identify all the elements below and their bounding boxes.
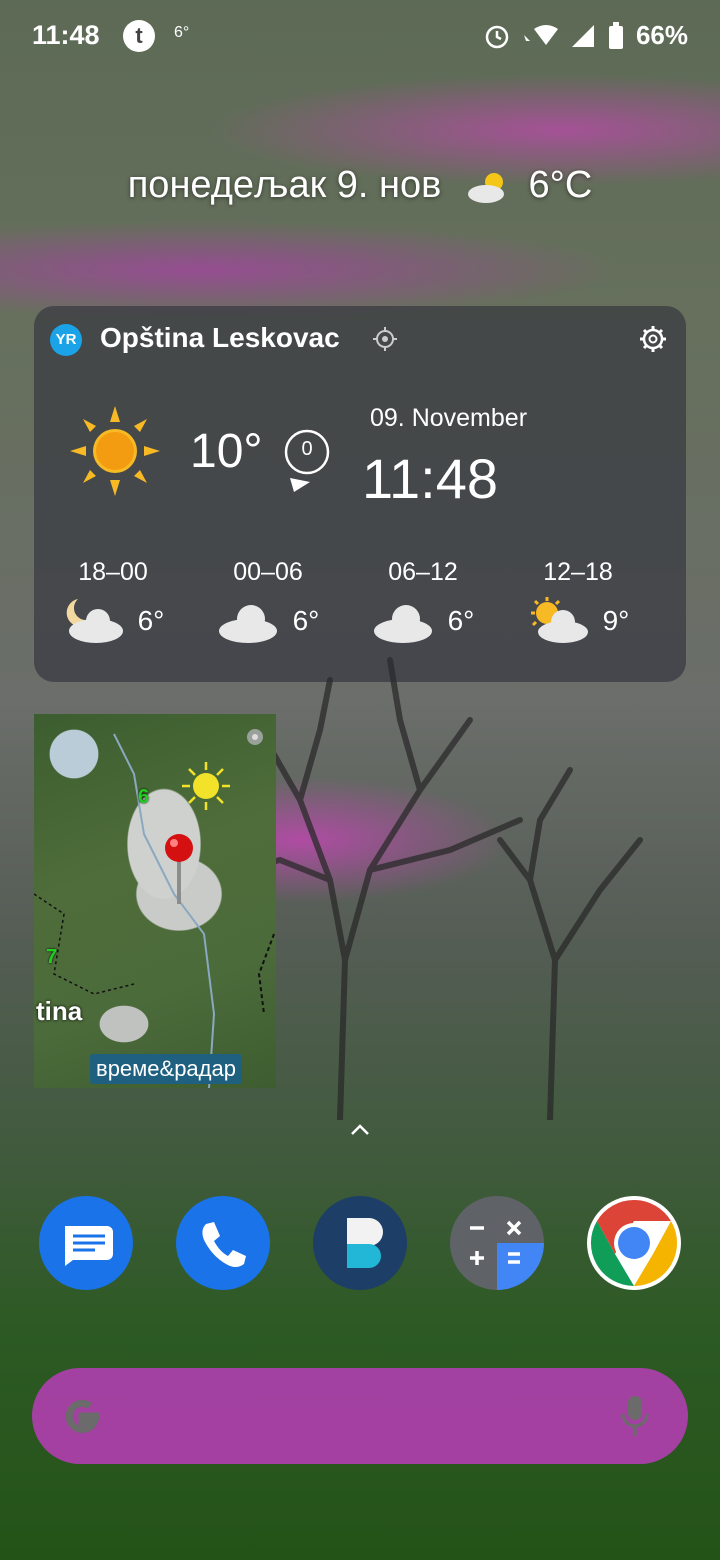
radar-brand-label: време&радар <box>90 1054 242 1084</box>
forecast-period: 12–18 <box>543 558 613 586</box>
moon-cloud-icon <box>66 599 123 643</box>
battery-percent: 66% <box>635 20 688 50</box>
app-dock <box>0 1196 720 1292</box>
cloud-icon <box>218 605 277 643</box>
location-target-icon[interactable] <box>372 326 398 352</box>
radar-map-widget[interactable]: 6 7 tina време&радар <box>34 714 276 1088</box>
phone-icon <box>202 1222 246 1267</box>
calculator-app-icon[interactable] <box>450 1196 544 1290</box>
weather-widget[interactable]: YR Opština Leskovac 10° 0 09. November 1… <box>34 306 686 682</box>
google-g-icon[interactable] <box>56 1390 108 1442</box>
settings-gear-icon[interactable] <box>638 324 668 354</box>
background-tree <box>237 657 643 1120</box>
app-icon[interactable] <box>313 1196 407 1290</box>
forecast-period: 06–12 <box>388 558 458 586</box>
forecast-period: 00–06 <box>233 558 303 586</box>
mic-icon[interactable] <box>620 1394 650 1438</box>
chrome-icon <box>590 1200 678 1286</box>
location-pin-icon <box>165 834 193 904</box>
forecast-temp: 6° <box>447 605 475 636</box>
date-temp: 6°C <box>528 164 593 206</box>
wind-direction-icon <box>284 429 330 492</box>
app-logo-icon <box>347 1218 383 1268</box>
chevron-up-icon[interactable] <box>348 1122 372 1138</box>
status-time: 11:48 <box>32 20 100 50</box>
radar-label: 7 <box>46 946 58 968</box>
forecast-temp: 6° <box>137 605 165 636</box>
forecast-item: 12–18 9° <box>503 558 653 645</box>
notification-temp: 6° <box>174 24 190 41</box>
wind-speed: 0 <box>301 438 313 460</box>
messages-app-icon[interactable] <box>39 1196 133 1290</box>
widget-date: 09. November <box>370 404 528 432</box>
widget-time: 11:48 <box>362 447 498 510</box>
chrome-app-icon[interactable] <box>587 1196 681 1290</box>
radar-label: 6 <box>138 786 150 808</box>
sun-cloud-icon <box>530 597 588 643</box>
phone-app-icon[interactable] <box>176 1196 270 1290</box>
forecast-item: 06–12 6° <box>348 558 498 645</box>
partly-cloudy-icon <box>467 172 504 203</box>
alarm-icon <box>485 25 509 48</box>
status-bar: 11:48 t 6° 66% <box>0 0 720 72</box>
current-temperature: 10° <box>190 425 263 478</box>
signal-icon <box>571 24 594 47</box>
sun-icon <box>70 406 160 496</box>
date-text: понедељак 9. нов <box>127 164 442 206</box>
forecast-temp: 6° <box>292 605 320 636</box>
battery-icon <box>608 21 623 49</box>
status-icons: 66% <box>484 20 688 51</box>
radar-settings-icon[interactable] <box>242 724 268 750</box>
location-name[interactable]: Opština Leskovac <box>100 322 340 354</box>
date-weather-line[interactable]: понедељак 9. нов 6°C <box>0 164 720 207</box>
radar-sun-icon <box>182 762 230 810</box>
forecast-item: 18–00 6° <box>38 558 188 645</box>
yr-logo-icon: YR <box>50 324 82 356</box>
forecast-item: 00–06 6° <box>193 558 343 645</box>
messages-icon <box>65 1226 113 1266</box>
calculator-icon <box>470 1220 544 1290</box>
google-search-bar[interactable] <box>32 1368 688 1464</box>
wind-indicator: 0 <box>282 426 332 501</box>
forecast-temp: 9° <box>602 605 630 636</box>
forecast-period: 18–00 <box>78 558 148 586</box>
map-borders <box>34 733 275 1088</box>
radar-place-label: tina <box>36 996 83 1026</box>
cloud-icon <box>373 605 432 643</box>
wifi-icon <box>523 24 558 45</box>
notification-badge-icon: t <box>123 20 155 52</box>
